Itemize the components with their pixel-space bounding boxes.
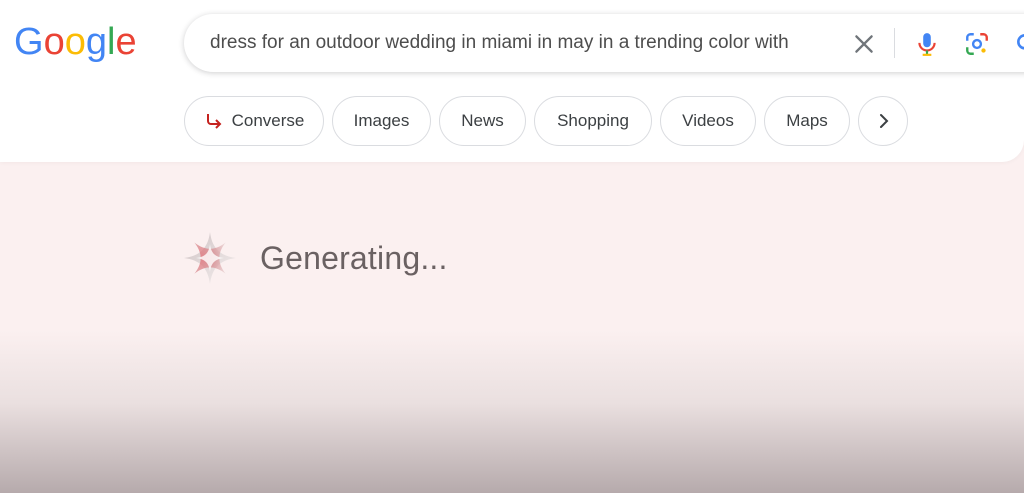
generating-status: Generating...	[182, 228, 448, 288]
lens-camera-icon[interactable]	[964, 31, 990, 57]
chip-converse[interactable]: Converse	[184, 96, 324, 146]
search-divider	[894, 28, 895, 58]
chip-converse-label: Converse	[231, 111, 305, 130]
chevron-right-icon	[880, 114, 889, 128]
google-logo[interactable]: Google	[14, 20, 138, 62]
chip-images[interactable]: Images	[332, 96, 431, 146]
chip-news-label: News	[461, 111, 504, 130]
chip-shopping[interactable]: Shopping	[534, 96, 652, 146]
chip-images-label: Images	[353, 111, 410, 130]
converse-arrow-icon	[206, 114, 222, 129]
sparkle-icon	[184, 232, 236, 284]
chip-videos-label: Videos	[682, 111, 734, 130]
microphone-icon[interactable]	[914, 31, 940, 57]
generating-text: Generating...	[260, 239, 448, 276]
chip-shopping-label: Shopping	[557, 111, 629, 130]
close-icon[interactable]	[851, 31, 877, 57]
search-bar[interactable]: dress for an outdoor wedding in miami in…	[184, 14, 1024, 72]
chip-maps-label: Maps	[786, 111, 828, 130]
header: Google dress for an outdoor wedding in m…	[0, 0, 1024, 162]
chip-videos[interactable]: Videos	[660, 96, 756, 146]
chip-more[interactable]	[858, 96, 908, 146]
bottom-fade-overlay	[0, 330, 1024, 493]
search-input[interactable]: dress for an outdoor wedding in miami in…	[210, 30, 840, 56]
chip-news[interactable]: News	[439, 96, 526, 146]
chip-maps[interactable]: Maps	[764, 96, 850, 146]
svg-text:Google: Google	[14, 21, 137, 62]
search-icon[interactable]	[1014, 31, 1024, 57]
